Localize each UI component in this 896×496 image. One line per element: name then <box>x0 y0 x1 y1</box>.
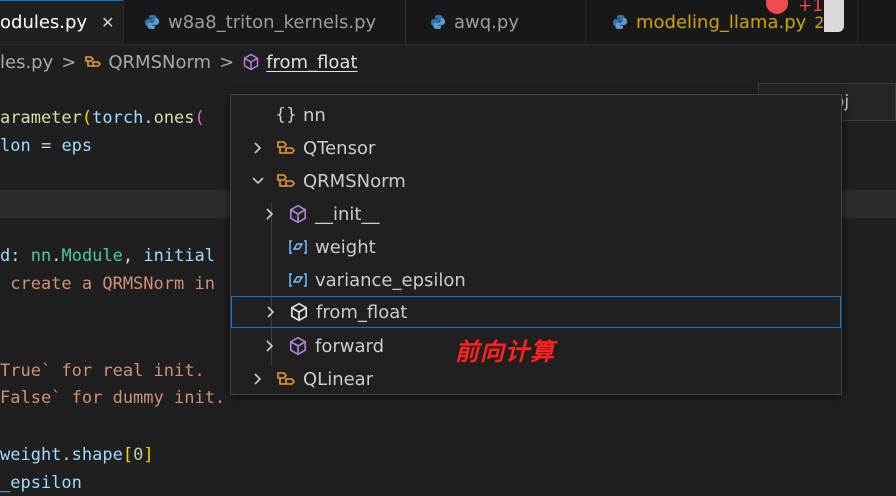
class-icon <box>84 54 102 70</box>
code-line: True` for real init. <box>0 361 205 381</box>
code-line: arameter(torch.ones( <box>0 108 205 128</box>
floating-toolbar[interactable] <box>824 0 844 32</box>
outline-item-label: from_float <box>316 301 408 323</box>
chevron-right-icon[interactable] <box>263 207 277 221</box>
tab-bar: odules.py ✕ w8a8_triton_kernels.py awq.p… <box>0 0 896 45</box>
tab-label: modeling_llama.py <box>636 11 807 33</box>
method-icon <box>287 204 309 224</box>
breadcrumb-file[interactable]: les.py <box>0 52 53 73</box>
outline-item-weight[interactable]: weight <box>231 231 841 263</box>
chevron-right-icon[interactable] <box>264 305 278 319</box>
method-icon <box>288 302 310 322</box>
outline-item-label: QTensor <box>303 137 376 159</box>
method-icon <box>287 336 309 356</box>
tab-awq[interactable]: awq.py <box>406 0 586 44</box>
class-icon <box>275 172 297 190</box>
outline-item-variance-epsilon[interactable]: variance_epsilon <box>231 264 841 296</box>
outline-item-from-float[interactable]: from_float <box>231 296 841 328</box>
python-icon <box>430 14 446 30</box>
tab-w8a8-triton-kernels[interactable]: w8a8_triton_kernels.py <box>124 0 406 44</box>
code-line: _epsilon <box>0 473 82 493</box>
field-icon <box>287 239 309 255</box>
outline-item-label: __init__ <box>315 203 380 225</box>
chevron-down-icon[interactable] <box>251 176 265 186</box>
tab-label: odules.py <box>0 12 88 33</box>
code-line: create a QRMSNorm in <box>0 274 215 294</box>
outline-item-qtensor[interactable]: QTensor <box>231 132 841 164</box>
outline-item-label: weight <box>315 236 376 258</box>
outline-item-init[interactable]: __init__ <box>231 198 841 230</box>
outline-item-label: nn <box>303 104 326 126</box>
breadcrumb-class[interactable]: QRMSNorm <box>108 52 211 73</box>
code-line: d: nn.Module, initial <box>0 246 216 266</box>
chevron-right-icon[interactable] <box>251 141 265 155</box>
outline-item-nn[interactable]: {} nn <box>231 99 841 131</box>
python-icon <box>144 14 160 30</box>
handwritten-annotation: 前向计算 <box>455 337 555 366</box>
code-line: False` for dummy init. <box>0 388 226 408</box>
tab-label: w8a8_triton_kernels.py <box>168 11 377 33</box>
namespace-icon: {} <box>275 105 297 125</box>
outline-item-label: QRMSNorm <box>303 170 406 192</box>
notification-count: +1 <box>798 0 824 16</box>
breadcrumb: les.py > QRMSNorm > from_float <box>0 45 896 79</box>
method-icon <box>242 53 260 71</box>
class-icon <box>275 139 297 157</box>
chevron-right-icon[interactable] <box>251 372 265 386</box>
outline-item-label: forward <box>315 335 385 357</box>
code-line: weight.shape[0] <box>0 445 154 465</box>
chevron-right-icon: > <box>61 51 77 73</box>
close-icon[interactable]: ✕ <box>101 13 114 32</box>
tab-label: awq.py <box>454 11 519 33</box>
outline-item-qlinear[interactable]: QLinear <box>231 363 841 395</box>
chevron-right-icon[interactable] <box>263 339 277 353</box>
outline-item-qrmsnorm[interactable]: QRMSNorm <box>231 165 841 197</box>
tab-modules-py[interactable]: odules.py ✕ <box>0 0 124 44</box>
breadcrumb-current[interactable]: from_float <box>266 52 357 73</box>
class-icon <box>275 370 297 388</box>
outline-item-label: QLinear <box>303 368 374 390</box>
code-line: lon = eps <box>0 136 93 156</box>
outline-item-label: variance_epsilon <box>315 269 466 291</box>
python-icon <box>612 14 628 30</box>
chevron-right-icon: > <box>219 51 235 73</box>
field-icon <box>287 272 309 288</box>
